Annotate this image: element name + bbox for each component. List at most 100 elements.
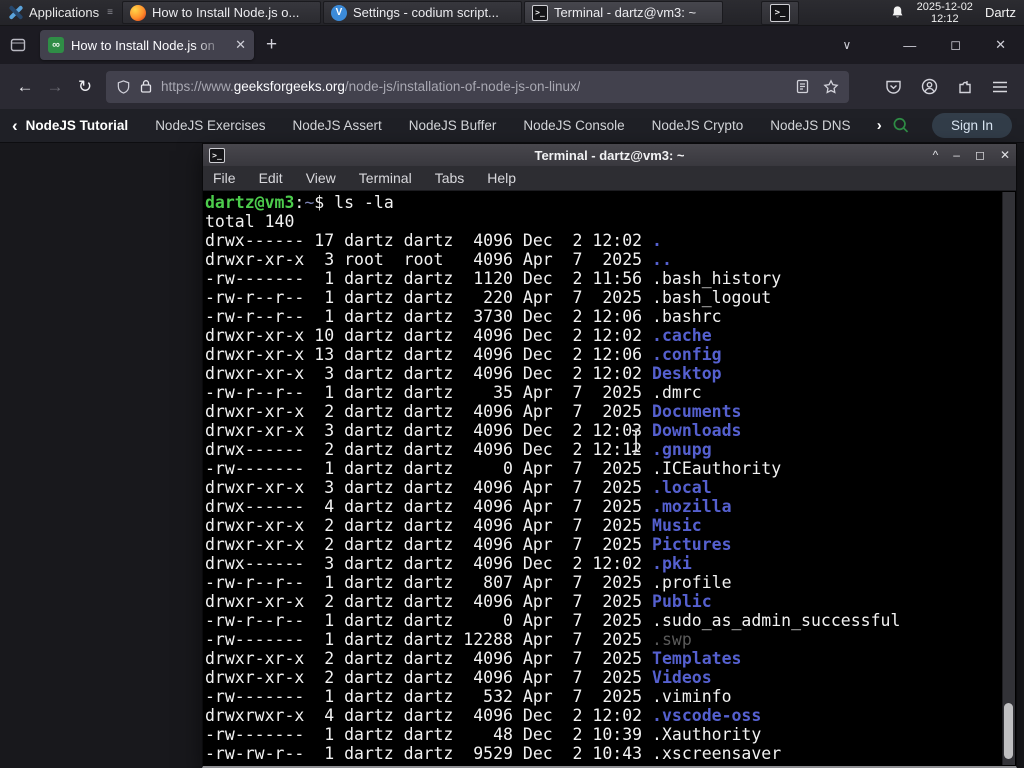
terminal-line: -rw------- 1 dartz dartz 532 Apr 7 2025 … bbox=[205, 687, 732, 706]
terminal-line: -rw-r--r-- 1 dartz dartz 35 Apr 7 2025 .… bbox=[205, 383, 702, 402]
taskbar-button-firefox[interactable]: How to Install Node.js o... bbox=[121, 1, 321, 24]
panel-handle-icon: ≡ bbox=[107, 7, 113, 18]
nav-scroll-right-icon[interactable]: › bbox=[877, 117, 882, 134]
nav-item-nodejs-console[interactable]: NodeJS Console bbox=[523, 118, 624, 133]
terminal-line: -rw-rw-r-- 1 dartz dartz 9529 Dec 2 10:4… bbox=[205, 744, 782, 763]
terminal-menu-bar: File Edit View Terminal Tabs Help bbox=[203, 166, 1016, 191]
window-close-icon[interactable]: ✕ bbox=[995, 37, 1006, 53]
url-path: /node-js/installation-of-node-js-on-linu… bbox=[344, 79, 581, 94]
terminal-line: drwx------ 4 dartz dartz 4096 Apr 7 2025… bbox=[205, 497, 732, 516]
terminal-line: drwx------ 2 dartz dartz 4096 Dec 2 12:1… bbox=[205, 440, 712, 459]
terminal-line: -rw-r--r-- 1 dartz dartz 0 Apr 7 2025 .s… bbox=[205, 611, 901, 630]
terminal-line: drwx------ 17 dartz dartz 4096 Dec 2 12:… bbox=[205, 231, 662, 250]
pocket-save-icon[interactable] bbox=[885, 79, 902, 95]
terminal-line: drwxr-xr-x 3 dartz dartz 4096 Apr 7 2025… bbox=[205, 478, 712, 497]
terminal-menu-view[interactable]: View bbox=[306, 170, 336, 186]
nav-item-nodejs-assert[interactable]: NodeJS Assert bbox=[292, 118, 381, 133]
terminal-line: drwx------ 3 dartz dartz 4096 Dec 2 12:0… bbox=[205, 554, 692, 573]
nav-item-nodejs-dns[interactable]: NodeJS DNS bbox=[770, 118, 850, 133]
tracking-shield-icon[interactable] bbox=[116, 79, 131, 95]
extensions-icon[interactable] bbox=[957, 79, 973, 95]
account-icon[interactable] bbox=[921, 78, 938, 95]
terminal-line: drwxr-xr-x 2 dartz dartz 4096 Apr 7 2025… bbox=[205, 516, 702, 535]
codium-icon: V bbox=[330, 4, 347, 21]
url-protocol: https://www. bbox=[161, 79, 234, 94]
terminal-icon: >_ bbox=[209, 147, 225, 163]
hamburger-menu-icon[interactable] bbox=[992, 80, 1008, 94]
back-button[interactable]: ← bbox=[10, 77, 40, 97]
clock-date: 2025-12-02 bbox=[916, 0, 973, 13]
nav-item-nodejs-exercises[interactable]: NodeJS Exercises bbox=[155, 118, 265, 133]
top-panel: Applications ≡ How to Install Node.js o.… bbox=[0, 0, 1024, 26]
terminal-menu-file[interactable]: File bbox=[213, 170, 236, 186]
taskbar-button-codium[interactable]: V Settings - codium script... bbox=[322, 1, 522, 24]
terminal-output[interactable]: dartz@vm3:~$ ls -la total 140 drwx------ 1… bbox=[205, 193, 1000, 766]
terminal-scrollbar-thumb[interactable] bbox=[1004, 703, 1013, 759]
site-search-icon[interactable] bbox=[892, 116, 910, 135]
terminal-line: -rw-r--r-- 1 dartz dartz 3730 Dec 2 12:0… bbox=[205, 307, 722, 326]
sign-in-button[interactable]: Sign In bbox=[931, 113, 1012, 138]
notification-bell-icon[interactable] bbox=[890, 5, 905, 20]
taskbar-button-label: Settings - codium script... bbox=[352, 5, 499, 20]
reload-button[interactable]: ↻ bbox=[70, 77, 100, 97]
taskbar-button-label: Terminal - dartz@vm3: ~ bbox=[553, 5, 697, 20]
panel-status-area: 2025-12-02 12:12 Dartz bbox=[890, 0, 1024, 25]
terminal-scrollbar[interactable] bbox=[1002, 192, 1015, 765]
terminal-title: Terminal - dartz@vm3: ~ bbox=[534, 147, 685, 163]
terminal-total-line: total 140 bbox=[205, 212, 295, 231]
terminal-line: drwxr-xr-x 3 dartz dartz 4096 Dec 2 12:0… bbox=[205, 421, 742, 440]
taskbar-button-label: How to Install Node.js o... bbox=[151, 5, 300, 20]
terminal-line: drwxr-xr-x 3 root root 4096 Apr 7 2025 .… bbox=[205, 250, 672, 269]
reader-view-icon[interactable] bbox=[796, 79, 809, 94]
nav-item-nodejs-buffer[interactable]: NodeJS Buffer bbox=[409, 118, 497, 133]
terminal-title-bar[interactable]: >_ Terminal - dartz@vm3: ~ ^ – ◻ ✕ bbox=[203, 144, 1016, 166]
site-nav-items: NodeJS Tutorial NodeJS Exercises NodeJS As… bbox=[26, 118, 875, 133]
forward-button[interactable]: → bbox=[40, 77, 70, 97]
browser-tab[interactable]: ∞ How to Install Node.js on ✕ bbox=[40, 30, 254, 60]
terminal-line: -rw------- 1 dartz dartz 1120 Dec 2 11:5… bbox=[205, 269, 782, 288]
terminal-line: -rw------- 1 dartz dartz 48 Dec 2 10:39 … bbox=[205, 725, 762, 744]
taskbar-button-terminal[interactable]: >_ Terminal - dartz@vm3: ~ bbox=[523, 1, 723, 24]
lock-icon[interactable] bbox=[140, 79, 152, 94]
terminal-window-controls: ^ – ◻ ✕ bbox=[933, 148, 1010, 162]
toolbar-action-icons bbox=[857, 78, 1014, 95]
terminal-line: drwxr-xr-x 3 dartz dartz 4096 Dec 2 12:0… bbox=[205, 364, 722, 383]
terminal-maximize-icon[interactable]: ◻ bbox=[975, 148, 985, 162]
applications-label: Applications bbox=[29, 5, 100, 20]
tabbar-controls: ∨ — ◻ ✕ bbox=[843, 37, 1015, 53]
firefox-view-icon[interactable] bbox=[10, 37, 26, 53]
terminal-line: drwxr-xr-x 2 dartz dartz 4096 Apr 7 2025… bbox=[205, 402, 742, 421]
panel-clock[interactable]: 2025-12-02 12:12 bbox=[917, 1, 973, 25]
url-text: https://www.geeksforgeeks.org/node-js/in… bbox=[161, 79, 580, 94]
terminal-minimize-icon[interactable]: – bbox=[953, 148, 960, 162]
terminal-icon: >_ bbox=[770, 4, 790, 22]
applications-menu-button[interactable]: Applications ≡ bbox=[0, 0, 121, 25]
terminal-window: >_ Terminal - dartz@vm3: ~ ^ – ◻ ✕ File E… bbox=[202, 143, 1017, 768]
nav-scroll-left-icon[interactable]: ‹ bbox=[12, 116, 18, 136]
site-nav-bar: ‹ NodeJS Tutorial NodeJS Exercises NodeJS … bbox=[0, 109, 1024, 143]
list-all-tabs-icon[interactable]: ∨ bbox=[843, 38, 852, 52]
terminal-line: drwxr-xr-x 13 dartz dartz 4096 Dec 2 12:… bbox=[205, 345, 722, 364]
terminal-rollup-icon[interactable]: ^ bbox=[933, 148, 939, 162]
window-maximize-icon[interactable]: ◻ bbox=[950, 37, 961, 53]
terminal-menu-tabs[interactable]: Tabs bbox=[435, 170, 465, 186]
terminal-line: -rw------- 1 dartz dartz 0 Apr 7 2025 .I… bbox=[205, 459, 782, 478]
nav-item-nodejs-tutorial[interactable]: NodeJS Tutorial bbox=[26, 118, 129, 133]
tab-close-icon[interactable]: ✕ bbox=[235, 37, 246, 53]
urlbar-actions bbox=[796, 78, 839, 95]
window-minimize-icon[interactable]: — bbox=[903, 38, 916, 53]
terminal-close-icon[interactable]: ✕ bbox=[1000, 148, 1010, 162]
bookmark-star-icon[interactable] bbox=[823, 78, 839, 95]
distro-logo-icon bbox=[8, 5, 23, 20]
new-tab-button[interactable]: + bbox=[266, 34, 277, 56]
tab-title: How to Install Node.js on bbox=[71, 37, 215, 53]
nav-item-nodejs-crypto[interactable]: NodeJS Crypto bbox=[652, 118, 744, 133]
url-bar[interactable]: https://www.geeksforgeeks.org/node-js/in… bbox=[106, 70, 849, 103]
panel-user-label[interactable]: Dartz bbox=[985, 5, 1016, 20]
tray-terminal-launcher[interactable]: >_ bbox=[761, 1, 799, 25]
terminal-menu-edit[interactable]: Edit bbox=[259, 170, 283, 186]
terminal-line: drwxr-xr-x 2 dartz dartz 4096 Apr 7 2025… bbox=[205, 649, 742, 668]
terminal-menu-terminal[interactable]: Terminal bbox=[359, 170, 412, 186]
terminal-line: drwxr-xr-x 10 dartz dartz 4096 Dec 2 12:… bbox=[205, 326, 712, 345]
terminal-menu-help[interactable]: Help bbox=[487, 170, 516, 186]
